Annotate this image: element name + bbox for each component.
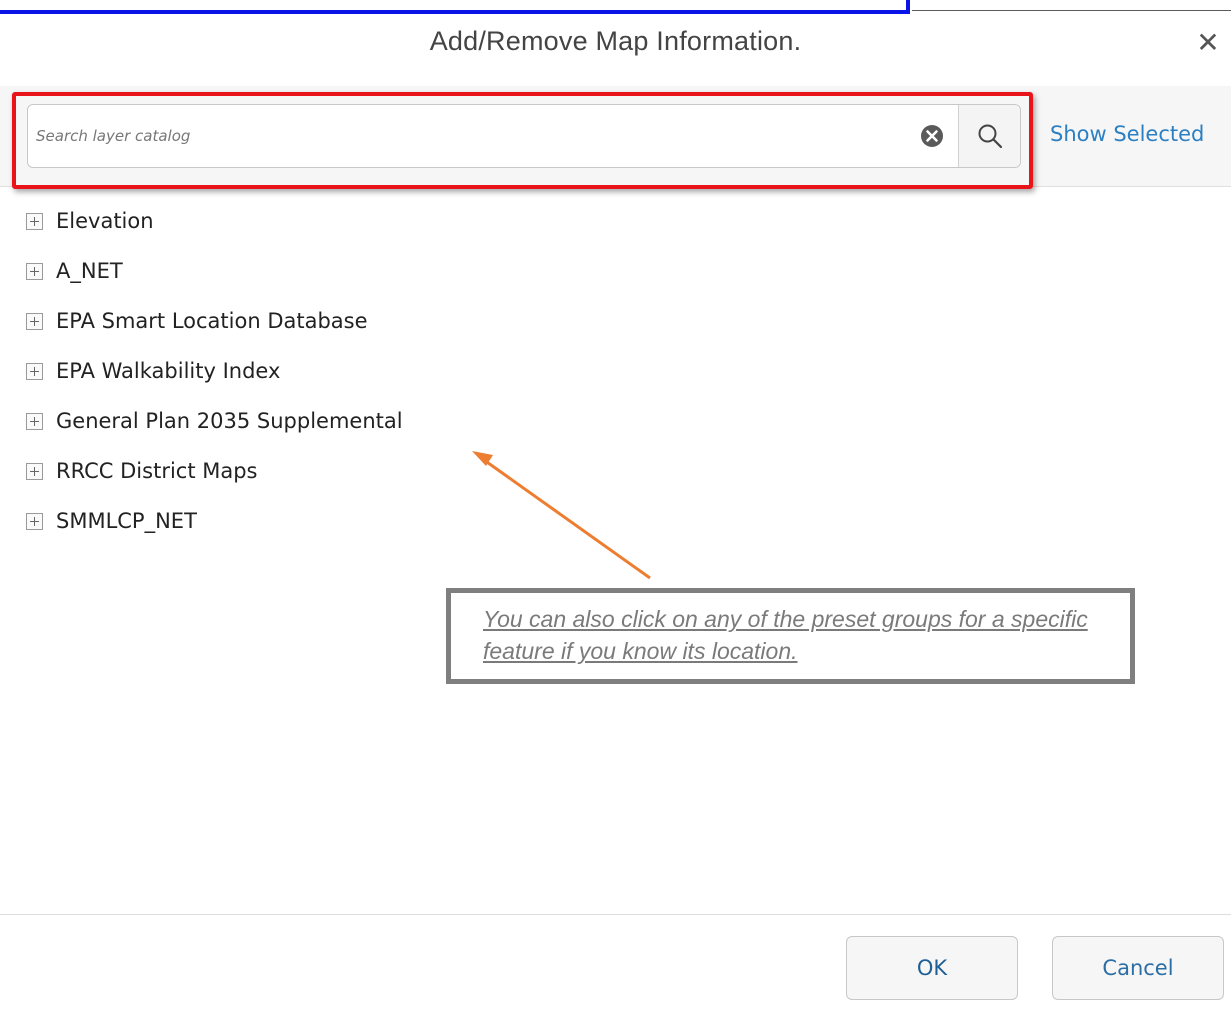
catalog-item-epa-smart-location[interactable]: EPA Smart Location Database — [26, 296, 403, 346]
expand-plus-icon[interactable] — [26, 512, 43, 530]
search-group — [27, 104, 1021, 168]
catalog-item-label: Elevation — [56, 209, 154, 233]
catalog-item-label: A_NET — [56, 259, 123, 283]
expand-plus-icon[interactable] — [26, 462, 43, 480]
callout-text: You can also click on any of the preset … — [483, 606, 1088, 664]
catalog-item-label: General Plan 2035 Supplemental — [56, 409, 403, 433]
catalog-item-elevation[interactable]: Elevation — [26, 196, 403, 246]
catalog-item-epa-walkability[interactable]: EPA Walkability Index — [26, 346, 403, 396]
expand-plus-icon[interactable] — [26, 212, 43, 230]
dialog-title: Add/Remove Map Information. — [429, 26, 802, 56]
search-icon — [978, 124, 1002, 149]
top-highlight-frame — [0, 0, 910, 14]
catalog-item-rrcc-district[interactable]: RRCC District Maps — [26, 446, 403, 496]
expand-plus-icon[interactable] — [26, 362, 43, 380]
layer-catalog-list: Elevation A_NET EPA Smart Location Datab… — [26, 196, 403, 546]
catalog-item-a-net[interactable]: A_NET — [26, 246, 403, 296]
catalog-item-label: RRCC District Maps — [56, 459, 258, 483]
cancel-button[interactable]: Cancel — [1052, 936, 1224, 1000]
expand-plus-icon[interactable] — [26, 262, 43, 280]
search-input[interactable] — [28, 105, 920, 167]
search-button[interactable] — [958, 105, 1020, 167]
footer-divider — [0, 914, 1231, 915]
ok-button[interactable]: OK — [846, 936, 1018, 1000]
annotation-callout: You can also click on any of the preset … — [446, 588, 1135, 684]
close-icon[interactable]: ✕ — [1193, 28, 1223, 58]
catalog-item-smmlcp-net[interactable]: SMMLCP_NET — [26, 496, 403, 546]
show-selected-link[interactable]: Show Selected — [1050, 122, 1204, 146]
clear-icon[interactable] — [920, 124, 944, 148]
catalog-item-label: EPA Smart Location Database — [56, 309, 368, 333]
divider — [912, 10, 1231, 11]
catalog-item-general-plan[interactable]: General Plan 2035 Supplemental — [26, 396, 403, 446]
expand-plus-icon[interactable] — [26, 412, 43, 430]
catalog-item-label: EPA Walkability Index — [56, 359, 281, 383]
catalog-item-label: SMMLCP_NET — [56, 509, 197, 533]
expand-plus-icon[interactable] — [26, 312, 43, 330]
